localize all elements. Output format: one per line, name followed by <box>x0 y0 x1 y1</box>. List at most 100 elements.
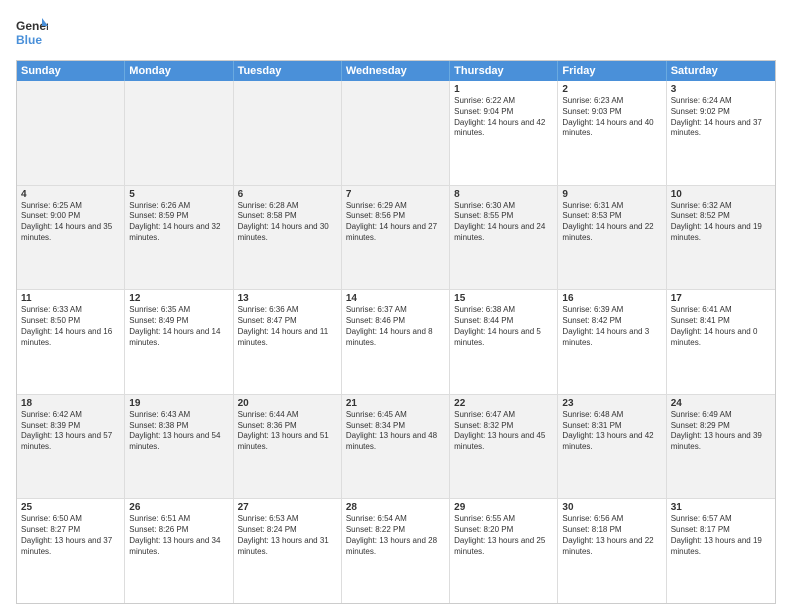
day-info-3: Sunrise: 6:24 AM Sunset: 9:02 PM Dayligh… <box>671 96 771 139</box>
calendar-row-0: 1Sunrise: 6:22 AM Sunset: 9:04 PM Daylig… <box>17 81 775 186</box>
day-number-27: 27 <box>238 502 337 513</box>
calendar-row-4: 25Sunrise: 6:50 AM Sunset: 8:27 PM Dayli… <box>17 499 775 603</box>
svg-text:Blue: Blue <box>16 33 42 47</box>
header-day-tuesday: Tuesday <box>234 61 342 81</box>
day-info-13: Sunrise: 6:36 AM Sunset: 8:47 PM Dayligh… <box>238 305 337 348</box>
day-number-21: 21 <box>346 398 445 409</box>
header-day-friday: Friday <box>558 61 666 81</box>
day-cell-5: 5Sunrise: 6:26 AM Sunset: 8:59 PM Daylig… <box>125 186 233 290</box>
day-number-19: 19 <box>129 398 228 409</box>
day-info-15: Sunrise: 6:38 AM Sunset: 8:44 PM Dayligh… <box>454 305 553 348</box>
day-cell-1: 1Sunrise: 6:22 AM Sunset: 9:04 PM Daylig… <box>450 81 558 185</box>
day-cell-31: 31Sunrise: 6:57 AM Sunset: 8:17 PM Dayli… <box>667 499 775 603</box>
day-cell-29: 29Sunrise: 6:55 AM Sunset: 8:20 PM Dayli… <box>450 499 558 603</box>
day-number-29: 29 <box>454 502 553 513</box>
day-number-14: 14 <box>346 293 445 304</box>
day-number-11: 11 <box>21 293 120 304</box>
day-number-2: 2 <box>562 84 661 95</box>
day-number-30: 30 <box>562 502 661 513</box>
day-cell-3: 3Sunrise: 6:24 AM Sunset: 9:02 PM Daylig… <box>667 81 775 185</box>
day-info-25: Sunrise: 6:50 AM Sunset: 8:27 PM Dayligh… <box>21 514 120 557</box>
day-cell-7: 7Sunrise: 6:29 AM Sunset: 8:56 PM Daylig… <box>342 186 450 290</box>
header-day-monday: Monday <box>125 61 233 81</box>
day-cell-24: 24Sunrise: 6:49 AM Sunset: 8:29 PM Dayli… <box>667 395 775 499</box>
day-info-20: Sunrise: 6:44 AM Sunset: 8:36 PM Dayligh… <box>238 410 337 453</box>
day-info-11: Sunrise: 6:33 AM Sunset: 8:50 PM Dayligh… <box>21 305 120 348</box>
day-cell-27: 27Sunrise: 6:53 AM Sunset: 8:24 PM Dayli… <box>234 499 342 603</box>
day-cell-26: 26Sunrise: 6:51 AM Sunset: 8:26 PM Dayli… <box>125 499 233 603</box>
day-info-24: Sunrise: 6:49 AM Sunset: 8:29 PM Dayligh… <box>671 410 771 453</box>
day-info-29: Sunrise: 6:55 AM Sunset: 8:20 PM Dayligh… <box>454 514 553 557</box>
day-cell-20: 20Sunrise: 6:44 AM Sunset: 8:36 PM Dayli… <box>234 395 342 499</box>
day-info-5: Sunrise: 6:26 AM Sunset: 8:59 PM Dayligh… <box>129 201 228 244</box>
logo: General Blue <box>16 16 48 50</box>
day-info-4: Sunrise: 6:25 AM Sunset: 9:00 PM Dayligh… <box>21 201 120 244</box>
day-info-14: Sunrise: 6:37 AM Sunset: 8:46 PM Dayligh… <box>346 305 445 348</box>
calendar-body: 1Sunrise: 6:22 AM Sunset: 9:04 PM Daylig… <box>17 81 775 603</box>
day-info-30: Sunrise: 6:56 AM Sunset: 8:18 PM Dayligh… <box>562 514 661 557</box>
day-number-26: 26 <box>129 502 228 513</box>
calendar-row-2: 11Sunrise: 6:33 AM Sunset: 8:50 PM Dayli… <box>17 290 775 395</box>
day-number-20: 20 <box>238 398 337 409</box>
day-number-6: 6 <box>238 189 337 200</box>
day-info-23: Sunrise: 6:48 AM Sunset: 8:31 PM Dayligh… <box>562 410 661 453</box>
calendar-row-1: 4Sunrise: 6:25 AM Sunset: 9:00 PM Daylig… <box>17 186 775 291</box>
calendar-row-3: 18Sunrise: 6:42 AM Sunset: 8:39 PM Dayli… <box>17 395 775 500</box>
day-cell-10: 10Sunrise: 6:32 AM Sunset: 8:52 PM Dayli… <box>667 186 775 290</box>
day-info-31: Sunrise: 6:57 AM Sunset: 8:17 PM Dayligh… <box>671 514 771 557</box>
day-cell-14: 14Sunrise: 6:37 AM Sunset: 8:46 PM Dayli… <box>342 290 450 394</box>
day-number-13: 13 <box>238 293 337 304</box>
day-cell-13: 13Sunrise: 6:36 AM Sunset: 8:47 PM Dayli… <box>234 290 342 394</box>
day-info-12: Sunrise: 6:35 AM Sunset: 8:49 PM Dayligh… <box>129 305 228 348</box>
day-info-10: Sunrise: 6:32 AM Sunset: 8:52 PM Dayligh… <box>671 201 771 244</box>
day-info-17: Sunrise: 6:41 AM Sunset: 8:41 PM Dayligh… <box>671 305 771 348</box>
day-info-16: Sunrise: 6:39 AM Sunset: 8:42 PM Dayligh… <box>562 305 661 348</box>
day-number-9: 9 <box>562 189 661 200</box>
day-number-25: 25 <box>21 502 120 513</box>
day-info-6: Sunrise: 6:28 AM Sunset: 8:58 PM Dayligh… <box>238 201 337 244</box>
day-info-1: Sunrise: 6:22 AM Sunset: 9:04 PM Dayligh… <box>454 96 553 139</box>
header-day-saturday: Saturday <box>667 61 775 81</box>
header: General Blue <box>16 16 776 50</box>
day-info-22: Sunrise: 6:47 AM Sunset: 8:32 PM Dayligh… <box>454 410 553 453</box>
day-number-28: 28 <box>346 502 445 513</box>
day-cell-9: 9Sunrise: 6:31 AM Sunset: 8:53 PM Daylig… <box>558 186 666 290</box>
day-number-10: 10 <box>671 189 771 200</box>
header-day-thursday: Thursday <box>450 61 558 81</box>
day-number-3: 3 <box>671 84 771 95</box>
day-cell-22: 22Sunrise: 6:47 AM Sunset: 8:32 PM Dayli… <box>450 395 558 499</box>
day-info-7: Sunrise: 6:29 AM Sunset: 8:56 PM Dayligh… <box>346 201 445 244</box>
day-cell-8: 8Sunrise: 6:30 AM Sunset: 8:55 PM Daylig… <box>450 186 558 290</box>
empty-cell-0-0 <box>17 81 125 185</box>
day-info-27: Sunrise: 6:53 AM Sunset: 8:24 PM Dayligh… <box>238 514 337 557</box>
day-info-28: Sunrise: 6:54 AM Sunset: 8:22 PM Dayligh… <box>346 514 445 557</box>
day-number-7: 7 <box>346 189 445 200</box>
day-number-31: 31 <box>671 502 771 513</box>
day-cell-25: 25Sunrise: 6:50 AM Sunset: 8:27 PM Dayli… <box>17 499 125 603</box>
day-info-19: Sunrise: 6:43 AM Sunset: 8:38 PM Dayligh… <box>129 410 228 453</box>
logo-icon: General Blue <box>16 16 48 50</box>
day-info-21: Sunrise: 6:45 AM Sunset: 8:34 PM Dayligh… <box>346 410 445 453</box>
page: General Blue SundayMondayTuesdayWednesda… <box>0 0 792 612</box>
empty-cell-0-1 <box>125 81 233 185</box>
day-number-4: 4 <box>21 189 120 200</box>
empty-cell-0-2 <box>234 81 342 185</box>
day-cell-2: 2Sunrise: 6:23 AM Sunset: 9:03 PM Daylig… <box>558 81 666 185</box>
day-cell-23: 23Sunrise: 6:48 AM Sunset: 8:31 PM Dayli… <box>558 395 666 499</box>
day-info-8: Sunrise: 6:30 AM Sunset: 8:55 PM Dayligh… <box>454 201 553 244</box>
day-info-18: Sunrise: 6:42 AM Sunset: 8:39 PM Dayligh… <box>21 410 120 453</box>
day-number-16: 16 <box>562 293 661 304</box>
day-number-23: 23 <box>562 398 661 409</box>
day-number-22: 22 <box>454 398 553 409</box>
day-cell-30: 30Sunrise: 6:56 AM Sunset: 8:18 PM Dayli… <box>558 499 666 603</box>
day-cell-11: 11Sunrise: 6:33 AM Sunset: 8:50 PM Dayli… <box>17 290 125 394</box>
day-number-24: 24 <box>671 398 771 409</box>
day-cell-21: 21Sunrise: 6:45 AM Sunset: 8:34 PM Dayli… <box>342 395 450 499</box>
day-info-9: Sunrise: 6:31 AM Sunset: 8:53 PM Dayligh… <box>562 201 661 244</box>
header-day-wednesday: Wednesday <box>342 61 450 81</box>
day-cell-16: 16Sunrise: 6:39 AM Sunset: 8:42 PM Dayli… <box>558 290 666 394</box>
empty-cell-0-3 <box>342 81 450 185</box>
day-cell-19: 19Sunrise: 6:43 AM Sunset: 8:38 PM Dayli… <box>125 395 233 499</box>
day-number-1: 1 <box>454 84 553 95</box>
day-info-2: Sunrise: 6:23 AM Sunset: 9:03 PM Dayligh… <box>562 96 661 139</box>
